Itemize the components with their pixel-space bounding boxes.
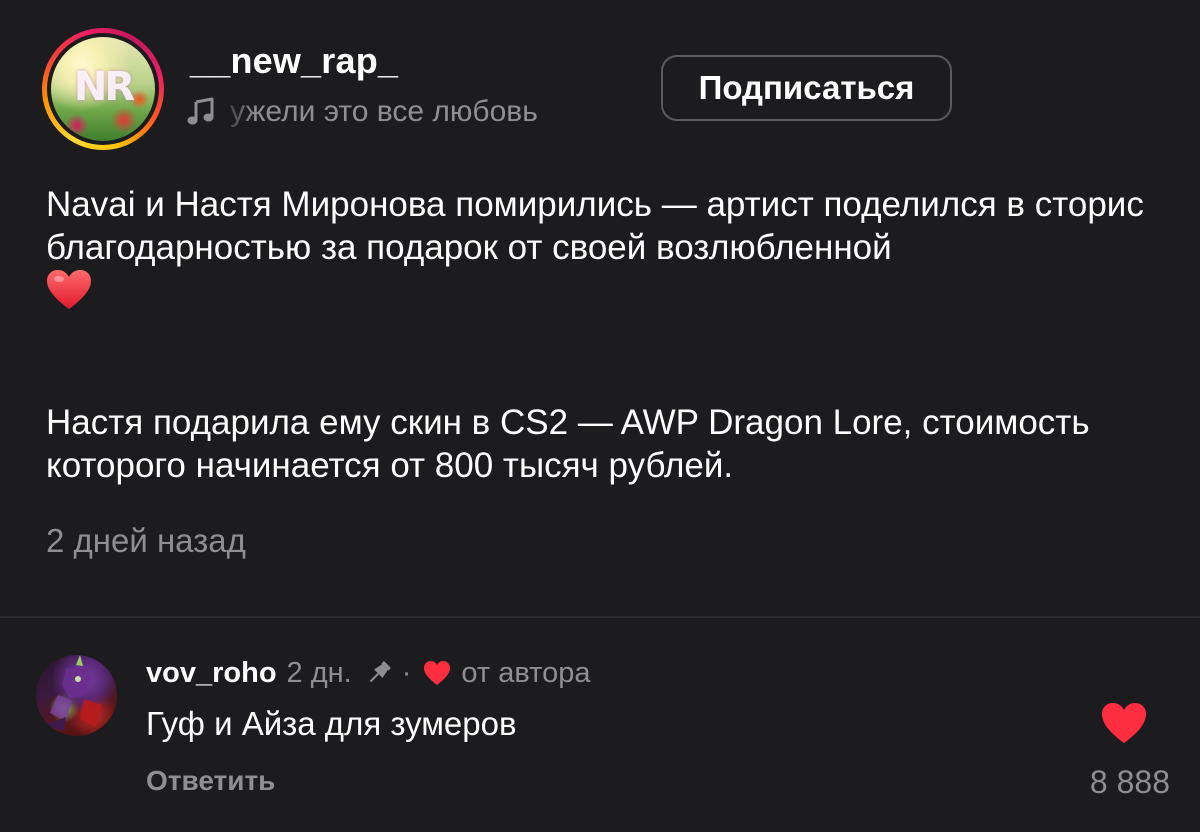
post-paragraph-1: Navai и Настя Миронова помирились — арти… <box>46 183 1176 315</box>
subscribe-button[interactable]: Подписаться <box>661 55 952 121</box>
reply-button[interactable]: Ответить <box>146 765 275 797</box>
like-button[interactable] <box>1100 701 1148 745</box>
pin-icon <box>369 661 391 683</box>
comment-text: Гуф и Айза для зумеров <box>146 705 517 742</box>
avatar-logo: NR <box>73 63 135 110</box>
post-paragraph-2: Настя подарила ему скин в CS2 — AWP Drag… <box>46 403 1090 485</box>
red-heart-emoji <box>47 270 91 309</box>
avatar-artwork <box>44 655 102 731</box>
music-attribution[interactable]: ужели это все любовь <box>186 94 538 130</box>
post-page: NR __new_rap_ ужели это все любовь Подпи… <box>0 0 1200 832</box>
post-username[interactable]: __new_rap_ <box>190 40 398 82</box>
avatar-gap: NR <box>47 33 159 145</box>
post-paragraph-1-text: Navai и Настя Миронова помирились — арти… <box>46 185 1144 267</box>
meta-separator: · <box>401 656 412 689</box>
like-count: 8 888 <box>1089 764 1170 800</box>
divider <box>0 616 1200 618</box>
comment-username[interactable]: vov_roho <box>146 657 277 690</box>
avatar-image: NR <box>51 37 155 141</box>
comment-time: 2 дн. <box>286 656 352 689</box>
post-text: Navai и Настя Миронова помирились — арти… <box>46 183 1176 487</box>
comment-avatar[interactable] <box>36 655 117 736</box>
author-like-label: от автора <box>461 656 591 689</box>
music-label: ужели это все любовь <box>230 95 538 128</box>
heart-filled-icon <box>1102 703 1146 743</box>
story-avatar[interactable]: NR <box>42 28 164 150</box>
heart-icon <box>424 661 451 685</box>
comment-meta: vov_roho 2 дн. · от автора <box>146 652 590 694</box>
music-note-icon <box>187 97 214 125</box>
post-timestamp: 2 дней назад <box>46 522 246 559</box>
